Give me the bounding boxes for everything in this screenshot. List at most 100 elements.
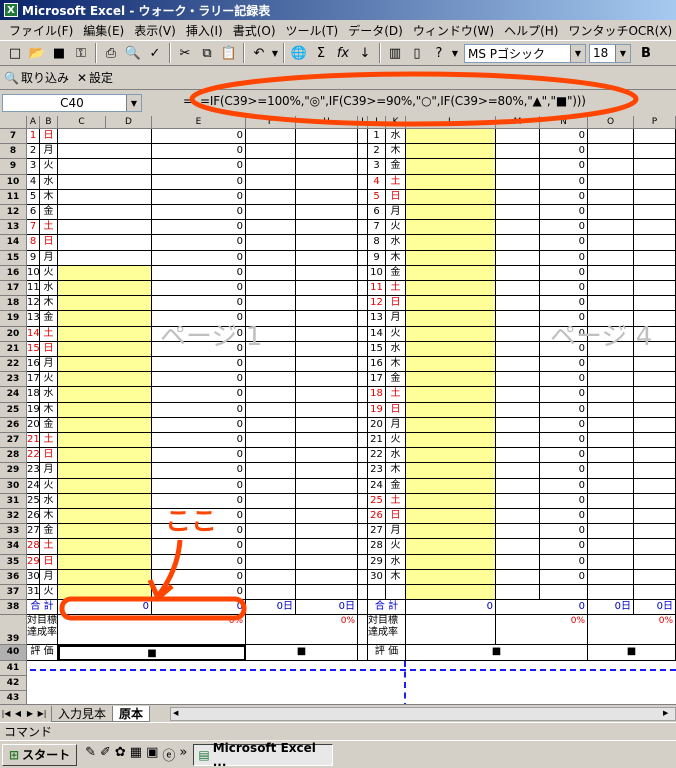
row-header[interactable]: 21 — [0, 341, 27, 357]
empty-cell[interactable] — [358, 387, 368, 403]
day-cell[interactable]: 1 — [368, 129, 386, 145]
steps-input-cell[interactable] — [406, 433, 496, 449]
row-header[interactable]: 13 — [0, 220, 27, 236]
steps-input-cell[interactable] — [406, 463, 496, 479]
weekday-cell[interactable]: 木 — [386, 250, 406, 266]
empty-cell[interactable] — [634, 569, 676, 585]
steps-input-cell[interactable] — [58, 250, 152, 266]
weekday-cell[interactable]: 火 — [40, 265, 58, 281]
empty-cell[interactable] — [634, 402, 676, 418]
day-cell[interactable]: 29 — [27, 554, 40, 570]
empty-cell[interactable] — [358, 250, 368, 266]
column-header-P[interactable]: P — [634, 116, 676, 129]
achieve-cell[interactable] — [406, 615, 496, 646]
row-header[interactable]: 31 — [0, 493, 27, 509]
empty-cell[interactable] — [588, 493, 634, 509]
day-cell[interactable]: 20 — [27, 417, 40, 433]
menu-item-5[interactable]: ツール(T) — [281, 22, 344, 39]
empty-cell[interactable] — [588, 478, 634, 494]
permission-icon[interactable]: ⚿ — [70, 42, 92, 64]
distance-cell[interactable]: 0 — [152, 220, 246, 236]
steps-input-cell[interactable] — [406, 205, 496, 221]
empty-cell[interactable] — [588, 433, 634, 449]
empty-cell[interactable] — [296, 144, 358, 160]
distance-cell[interactable]: 0 — [152, 129, 246, 145]
row-header[interactable]: 30 — [0, 478, 27, 494]
empty-cell[interactable] — [496, 433, 540, 449]
weekday-cell[interactable]: 金 — [40, 417, 58, 433]
distance-cell[interactable]: 0 — [152, 524, 246, 540]
weekday-cell[interactable]: 日 — [40, 341, 58, 357]
distance-cell[interactable] — [540, 585, 588, 601]
chevron-down-icon[interactable]: ▼ — [615, 44, 630, 62]
distance-cell[interactable]: 0 — [152, 265, 246, 281]
weekday-cell[interactable]: 水 — [40, 493, 58, 509]
empty-cell[interactable] — [358, 569, 368, 585]
empty-cell[interactable] — [634, 357, 676, 373]
undo-dropdown-icon[interactable]: ▼ — [270, 42, 280, 64]
row-header[interactable]: 14 — [0, 235, 27, 251]
weekday-cell[interactable]: 日 — [386, 509, 406, 525]
day-cell[interactable]: 9 — [368, 250, 386, 266]
weekday-cell[interactable]: 金 — [40, 524, 58, 540]
empty-cell[interactable] — [358, 539, 368, 555]
day-cell[interactable]: 29 — [368, 554, 386, 570]
weekday-cell[interactable]: 土 — [386, 174, 406, 190]
empty-cell[interactable] — [588, 205, 634, 221]
row-header[interactable]: 40 — [0, 645, 27, 661]
steps-input-cell[interactable] — [58, 205, 152, 221]
steps-input-cell[interactable] — [406, 129, 496, 145]
empty-cell[interactable] — [296, 265, 358, 281]
steps-input-cell[interactable] — [406, 235, 496, 251]
distance-cell[interactable]: 0 — [540, 189, 588, 205]
steps-input-cell[interactable] — [58, 265, 152, 281]
row-header[interactable]: 27 — [0, 433, 27, 449]
empty-cell[interactable] — [496, 524, 540, 540]
print-preview-icon[interactable]: 🔍 — [122, 42, 144, 64]
empty-cell[interactable] — [496, 478, 540, 494]
empty-cell[interactable] — [246, 554, 296, 570]
empty-cell[interactable] — [588, 250, 634, 266]
weekday-cell[interactable]: 日 — [40, 129, 58, 145]
day-cell[interactable]: 30 — [368, 569, 386, 585]
empty-cell[interactable] — [358, 433, 368, 449]
distance-cell[interactable]: 0 — [540, 159, 588, 175]
steps-input-cell[interactable] — [58, 585, 152, 601]
steps-input-cell[interactable] — [58, 417, 152, 433]
steps-input-cell[interactable] — [58, 174, 152, 190]
empty-cell[interactable] — [246, 174, 296, 190]
paste-icon[interactable]: 📋 — [218, 42, 240, 64]
day-cell[interactable]: 9 — [27, 250, 40, 266]
empty-cell[interactable] — [588, 174, 634, 190]
column-header-J[interactable]: J — [368, 116, 386, 129]
total-days[interactable]: 0日 — [588, 600, 634, 616]
empty-cell[interactable] — [358, 645, 368, 661]
total-days[interactable]: 0日 — [296, 600, 358, 616]
empty-cell[interactable] — [496, 220, 540, 236]
empty-cell[interactable] — [358, 235, 368, 251]
empty-cell[interactable] — [246, 205, 296, 221]
settings-button[interactable]: ✕ 設定 — [77, 69, 113, 86]
more-icon[interactable]: » — [179, 745, 187, 764]
row-header[interactable]: 11 — [0, 189, 27, 205]
empty-cell[interactable] — [358, 205, 368, 221]
row-header[interactable]: 9 — [0, 159, 27, 175]
empty-cell[interactable] — [588, 281, 634, 297]
weekday-cell[interactable]: 月 — [40, 357, 58, 373]
row-header[interactable]: 39 — [0, 615, 27, 646]
steps-input-cell[interactable] — [406, 478, 496, 494]
distance-cell[interactable]: 0 — [540, 509, 588, 525]
empty-cell[interactable] — [588, 159, 634, 175]
day-cell[interactable]: 22 — [368, 448, 386, 464]
distance-cell[interactable]: 0 — [540, 265, 588, 281]
weekday-cell[interactable]: 月 — [386, 205, 406, 221]
empty-cell[interactable] — [246, 265, 296, 281]
distance-cell[interactable]: 0 — [152, 205, 246, 221]
name-box[interactable]: C40 ▼ — [2, 94, 142, 112]
help-icon[interactable]: ? — [428, 42, 450, 64]
empty-cell[interactable] — [358, 524, 368, 540]
day-cell[interactable]: 2 — [368, 144, 386, 160]
menu-item-1[interactable]: 編集(E) — [78, 22, 129, 39]
weekday-cell[interactable]: 日 — [386, 296, 406, 312]
day-cell[interactable]: 23 — [368, 463, 386, 479]
